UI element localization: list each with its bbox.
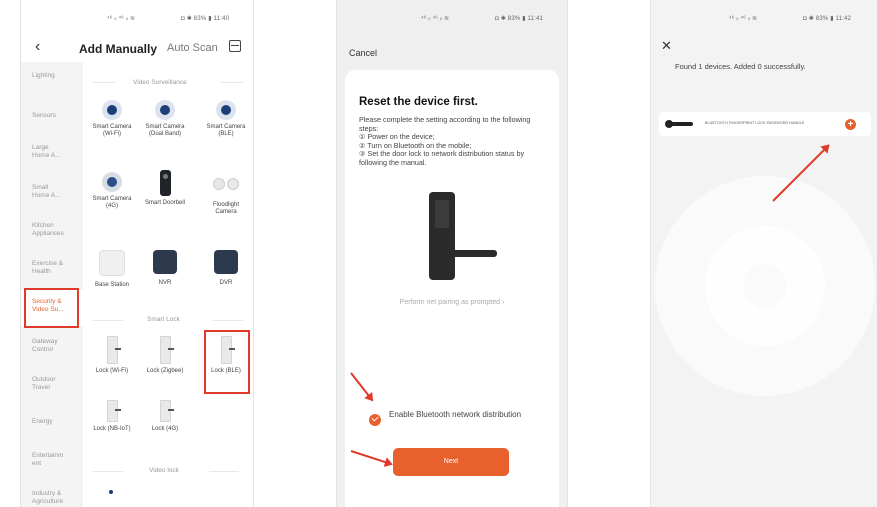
next-button[interactable]: Next	[393, 448, 509, 476]
sidebar-item-outdoor[interactable]: Outdoor Travel	[21, 376, 83, 392]
lock-device-icon	[665, 120, 693, 128]
pairing-prompt-link[interactable]: Perform net pairing as prompted ›	[345, 299, 559, 306]
device-label: Base Station	[94, 282, 130, 288]
device-label: Smart Camera (BLE)	[206, 124, 246, 137]
section-divider	[93, 82, 115, 83]
device-smart-camera-dual-band[interactable]: Smart Camera (Dual Band)	[142, 100, 188, 138]
device-label: Lock (Zigbee)	[146, 368, 184, 374]
sidebar-item-lighting[interactable]: Lighting	[21, 72, 83, 80]
device-label: Lock (4G)	[151, 426, 179, 432]
device-lock-nb-iot[interactable]: Lock (NB-IoT)	[89, 400, 135, 433]
device-nvr[interactable]: NVR	[142, 250, 188, 287]
sidebar-item-gateway[interactable]: Gateway Control	[21, 338, 83, 354]
cancel-button[interactable]: Cancel	[349, 48, 377, 58]
section-title-smart-lock: Smart Lock	[147, 316, 180, 323]
device-label: Smart Camera (Wi-Fi)	[92, 124, 132, 137]
device-label: Smart Camera (Dual Band)	[145, 124, 185, 137]
sidebar-item-kitchen[interactable]: Kitchen Appliances	[21, 222, 83, 238]
device-floodlight-camera[interactable]: Floodlight Camera	[203, 174, 249, 216]
device-label: Smart Camera (4G)	[92, 196, 132, 209]
radar-center	[743, 264, 787, 308]
back-icon[interactable]: ‹	[35, 38, 40, 56]
camera-icon	[155, 100, 175, 120]
add-device-screen: ⁴⁶ ᵢₗ ⁴⁶ ᵢₗ ≋ ◘ ✱ 83% ▮ 11:40 ‹ Add Manu…	[20, 0, 254, 507]
device-lock-4g[interactable]: Lock (4G)	[142, 400, 188, 433]
section-divider	[93, 320, 123, 321]
reset-instructions: Please complete the setting according to…	[359, 115, 549, 168]
category-sidebar: Lighting Sensors Large Home A... Small H…	[21, 62, 83, 507]
bluetooth-label: Enable Bluetooth network distribution	[389, 410, 522, 419]
sidebar-item-large-home[interactable]: Large Home A...	[21, 144, 83, 160]
status-bar-battery-time: ◘ ✱ 83% ▮ 11:41	[495, 16, 544, 22]
camera-icon	[102, 172, 122, 192]
status-bar-signal: ⁴⁶ ᵢₗ ⁴⁶ ᵢₗ ≋	[729, 16, 758, 22]
sidebar-item-energy[interactable]: Energy	[21, 418, 83, 426]
lock-icon	[159, 400, 174, 422]
add-device-icon[interactable]: +	[845, 119, 856, 130]
video-lock-icon	[109, 490, 113, 494]
reset-title: Reset the device first.	[359, 96, 478, 108]
device-smart-camera-4g[interactable]: Smart Camera (4G)	[89, 172, 135, 210]
scan-icon[interactable]	[229, 40, 241, 52]
instruction-step-3: ③ Set the door lock to network distribut…	[359, 149, 525, 167]
close-icon[interactable]: ✕	[661, 38, 672, 54]
dvr-icon	[214, 250, 238, 274]
security-highlight-box	[24, 288, 79, 328]
device-label: Lock (NB-IoT)	[93, 426, 131, 432]
base-station-icon	[99, 250, 125, 276]
lock-icon	[106, 336, 121, 364]
door-lock-handle	[451, 250, 497, 257]
device-label: NVR	[158, 280, 172, 286]
door-lock-image	[429, 192, 455, 280]
sidebar-item-sensors[interactable]: Sensors	[21, 112, 83, 120]
device-smart-camera-ble[interactable]: Smart Camera (BLE)	[203, 100, 249, 138]
device-label: Smart Doorbell	[144, 200, 185, 206]
found-devices-text: Found 1 devices. Added 0 successfully.	[675, 62, 806, 71]
doorbell-icon	[159, 170, 171, 196]
camera-icon	[102, 100, 122, 120]
nvr-icon	[153, 250, 177, 274]
sidebar-item-exercise-health[interactable]: Exercise & Health	[21, 260, 83, 276]
camera-icon	[216, 100, 236, 120]
sidebar-item-small-home[interactable]: Small Home A...	[21, 184, 83, 200]
sidebar-item-entertainment[interactable]: Entertainm ent	[21, 452, 83, 468]
device-dvr[interactable]: DVR	[203, 250, 249, 287]
bluetooth-checkbox[interactable]	[369, 414, 381, 426]
found-device-name: BLUETOOTH FINGERPRINT LOCK PASSWORD HAND…	[705, 121, 805, 125]
device-label: Floodlight Camera	[212, 202, 239, 215]
lock-ble-highlight-box	[204, 330, 250, 394]
device-lock-zigbee[interactable]: Lock (Zigbee)	[142, 336, 188, 375]
device-label: DVR	[219, 280, 233, 286]
instruction-intro: Please complete the setting according to…	[359, 115, 531, 133]
section-divider	[221, 82, 243, 83]
status-bar-battery-time: ◘ ✱ 83% ▮ 11:40	[181, 16, 230, 22]
device-base-station[interactable]: Base Station	[89, 250, 135, 289]
scan-result-screen: ⁴⁶ ᵢₗ ⁴⁶ ᵢₗ ≋ ◘ ✱ 83% ▮ 11:42 ✕ Found 1 …	[650, 0, 877, 507]
tab-add-manually[interactable]: Add Manually	[79, 42, 157, 56]
device-smart-doorbell[interactable]: Smart Doorbell	[142, 170, 188, 207]
device-label: Lock (Wi-Fi)	[95, 368, 129, 374]
status-bar-signal: ⁴⁶ ᵢₗ ⁴⁶ ᵢₗ ≋	[421, 16, 450, 22]
floodlight-icon	[213, 176, 239, 194]
status-bar-battery-time: ◘ ✱ 83% ▮ 11:42	[803, 16, 852, 22]
section-title-video-surveillance: Video Surveillance	[133, 79, 187, 86]
section-divider	[213, 320, 243, 321]
reset-device-screen: ⁴⁶ ᵢₗ ⁴⁶ ᵢₗ ≋ ◘ ✱ 83% ▮ 11:41 Cancel Res…	[336, 0, 568, 507]
device-lock-wifi[interactable]: Lock (Wi-Fi)	[89, 336, 135, 375]
found-device-row[interactable]: BLUETOOTH FINGERPRINT LOCK PASSWORD HAND…	[659, 112, 871, 136]
section-divider	[209, 471, 239, 472]
status-bar-signal: ⁴⁶ ᵢₗ ⁴⁶ ᵢₗ ≋	[107, 16, 136, 22]
lock-icon	[159, 336, 174, 364]
reset-card: Reset the device first. Please complete …	[345, 70, 559, 507]
device-smart-camera-wifi[interactable]: Smart Camera (Wi-Fi)	[89, 100, 135, 138]
section-divider	[93, 471, 123, 472]
tab-auto-scan[interactable]: Auto Scan	[167, 42, 218, 54]
sidebar-item-industry[interactable]: Industry & Agriculture	[21, 490, 83, 506]
section-title-video-lock: Video lock	[149, 467, 179, 474]
lock-icon	[106, 400, 121, 422]
top-nav: ‹ Add Manually Auto Scan	[21, 36, 253, 62]
